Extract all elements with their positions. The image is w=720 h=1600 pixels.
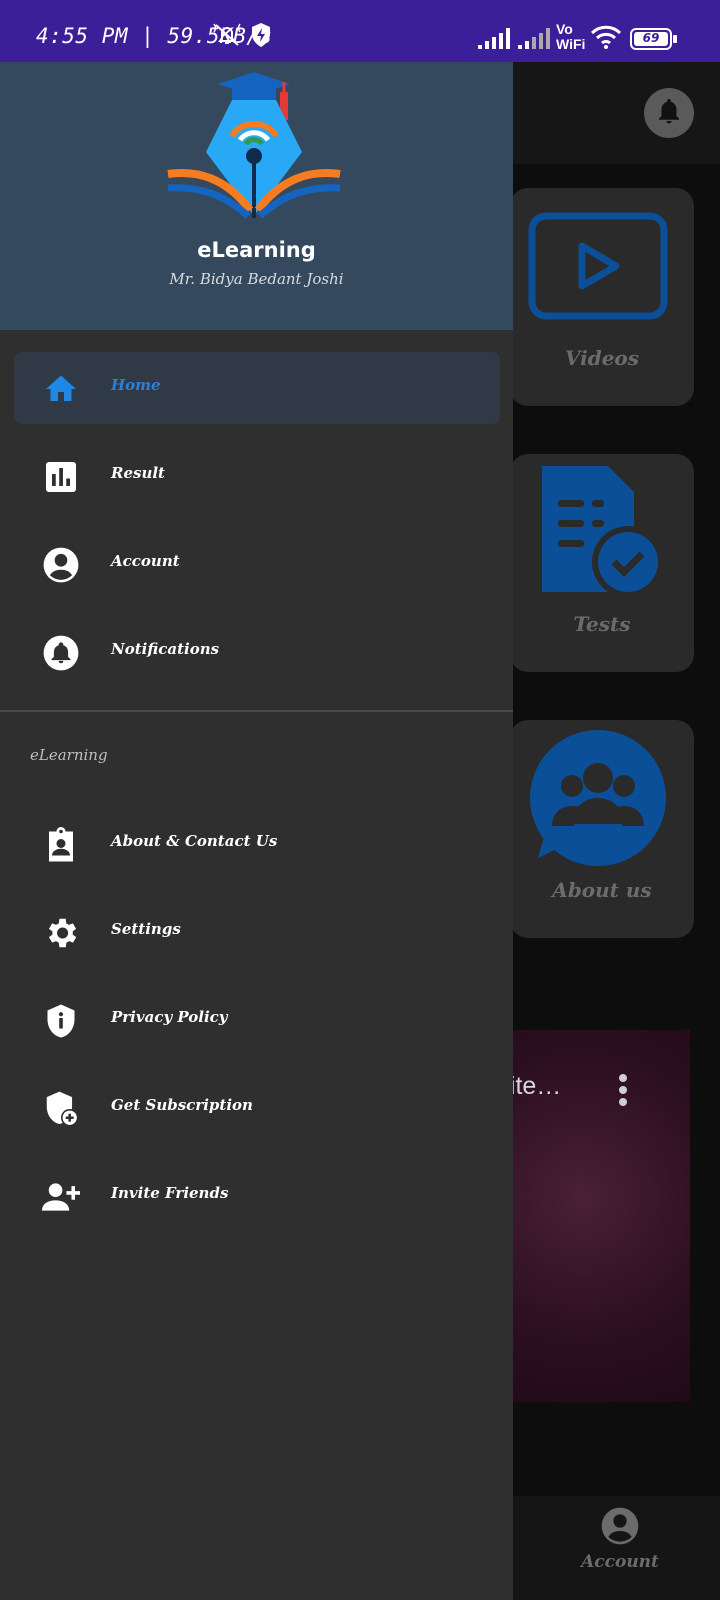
- signal-icon: [478, 26, 510, 54]
- drawer-item-notifications[interactable]: Notifications: [14, 616, 500, 688]
- drawer-item-label: Notifications: [111, 640, 220, 658]
- app-brand-name: eLearning: [197, 238, 316, 262]
- drawer-item-privacy-policy[interactable]: Privacy Policy: [14, 984, 500, 1056]
- test-document-icon: [532, 462, 672, 606]
- mute-icon: [212, 22, 242, 52]
- drawer-section-title: eLearning: [30, 746, 108, 764]
- contact-badge-icon: [42, 826, 80, 864]
- shield-bolt-icon: [250, 22, 272, 52]
- drawer-divider: [0, 710, 513, 712]
- bar-chart-icon: [42, 458, 80, 496]
- drawer-item-about-contact[interactable]: About & Contact Us: [14, 808, 500, 880]
- battery-level: 69: [642, 31, 660, 45]
- notifications-button[interactable]: [644, 88, 694, 138]
- drawer-item-label: Privacy Policy: [111, 1008, 228, 1026]
- drawer-item-invite-friends[interactable]: Invite Friends: [14, 1160, 500, 1232]
- shield-plus-icon: [42, 1090, 80, 1128]
- drawer-item-get-subscription[interactable]: Get Subscription: [14, 1072, 500, 1144]
- bottom-nav-account[interactable]: Account: [560, 1506, 680, 1572]
- about-us-tile[interactable]: About us: [510, 720, 694, 938]
- drawer-item-account[interactable]: Account: [14, 528, 500, 600]
- network-label-bottom: WiFi: [556, 36, 586, 52]
- status-bar: 4:55 PM | 59.5KB/s Vo WiFi 69: [0, 0, 720, 62]
- drawer-item-settings[interactable]: Settings: [14, 896, 500, 968]
- bottom-nav-account-label: Account: [581, 1552, 659, 1572]
- tests-label: Tests: [573, 612, 631, 636]
- videos-tile[interactable]: Videos: [510, 188, 694, 406]
- navigation-drawer: eLearning Mr. Bidya Bedant Joshi Home Re…: [0, 62, 513, 1600]
- home-icon: [42, 370, 80, 408]
- person-add-icon: [42, 1178, 80, 1216]
- account-circle-icon: [600, 1507, 640, 1550]
- videos-label: Videos: [564, 346, 640, 370]
- drawer-header: eLearning Mr. Bidya Bedant Joshi: [0, 62, 513, 330]
- teacher-name: Mr. Bidya Bedant Joshi: [169, 270, 344, 288]
- network-type: Vo WiFi: [556, 22, 585, 52]
- account-circle-icon: [42, 546, 80, 584]
- drawer-item-label: Get Subscription: [111, 1096, 253, 1114]
- drawer-item-label: Settings: [111, 920, 181, 938]
- about-us-label: About us: [552, 878, 652, 902]
- wifi-icon: [590, 24, 622, 54]
- drawer-item-home[interactable]: Home: [14, 352, 500, 424]
- bell-icon: [42, 634, 80, 672]
- tests-tile[interactable]: Tests: [510, 454, 694, 672]
- video-card[interactable]: hite…: [496, 1030, 690, 1402]
- bell-icon: [654, 95, 684, 131]
- drawer-item-label: Account: [111, 552, 180, 570]
- gear-icon: [42, 914, 80, 952]
- more-vert-icon[interactable]: [618, 1074, 628, 1110]
- drawer-item-label: Invite Friends: [111, 1184, 229, 1202]
- drawer-item-label: Result: [111, 464, 165, 482]
- group-icon: [528, 728, 678, 872]
- network-label-top: Vo: [556, 21, 573, 37]
- drawer-item-label: Home: [111, 376, 161, 394]
- app-logo: [166, 66, 342, 230]
- drawer-item-result[interactable]: Result: [14, 440, 500, 512]
- drawer-item-label: About & Contact Us: [111, 832, 278, 850]
- play-video-icon: [528, 212, 668, 324]
- signal-icon: [518, 26, 550, 54]
- shield-info-icon: [42, 1002, 80, 1040]
